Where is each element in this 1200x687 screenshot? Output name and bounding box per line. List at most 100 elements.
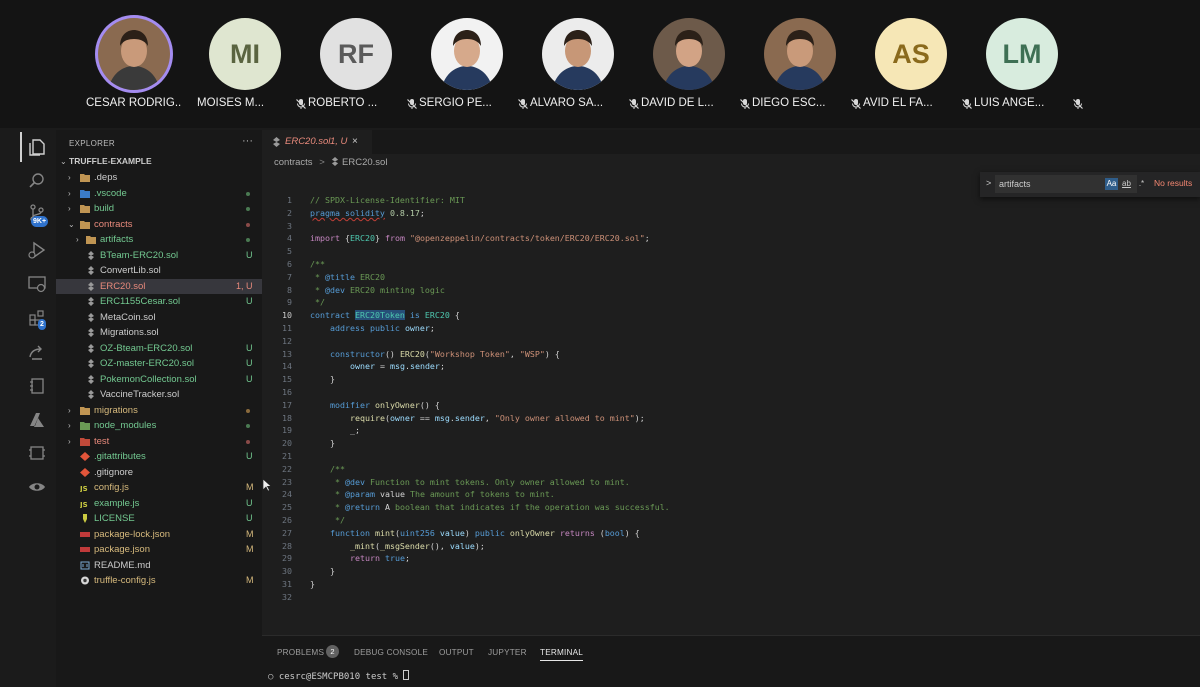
folder-item[interactable]: › .deps (56, 170, 262, 186)
participant-tile[interactable]: SERGIO PE... (419, 14, 531, 124)
remote-explorer-icon[interactable] (27, 274, 47, 294)
breadcrumb-folder[interactable]: contracts (274, 157, 313, 168)
sol-icon (88, 266, 94, 275)
file-item[interactable]: JS config.js M (56, 480, 262, 496)
participant-tile[interactable]: AS AVID EL FA... (863, 14, 975, 124)
tab-output[interactable]: OUTPUT (439, 648, 474, 657)
folder-item[interactable]: › artifacts (56, 232, 262, 248)
notebook-icon[interactable] (27, 376, 47, 396)
container-icon[interactable] (27, 443, 47, 463)
tree-item-label: Migrations.sol (100, 327, 159, 338)
file-item[interactable]: VaccineTracker.sol (56, 387, 262, 403)
regex-icon[interactable]: .* (1135, 178, 1148, 190)
tree-item-label: VaccineTracker.sol (100, 389, 180, 400)
file-item[interactable]: ERC20.sol 1, U (56, 278, 262, 294)
tree-item-label: .vscode (94, 187, 127, 199)
ethereum-icon[interactable] (27, 477, 47, 497)
close-icon[interactable]: × (352, 130, 358, 154)
workspace-root[interactable]: ⌄ TRUFFLE-EXAMPLE (56, 154, 262, 170)
files-icon[interactable] (27, 137, 47, 157)
terminal[interactable]: ○ cesrc@ESMCPB010 test % (268, 670, 410, 682)
line-number: 11 (282, 323, 292, 333)
avatar: MI (209, 18, 281, 90)
muted-mic-icon (740, 99, 750, 109)
line-number: 19 (282, 425, 292, 436)
file-item[interactable]: .gitignore (56, 465, 262, 481)
code-text: */ (329, 515, 345, 525)
file-item[interactable]: package-lock.json M (56, 527, 262, 543)
folder-item[interactable]: › migrations (56, 403, 262, 419)
muted-mic-icon (407, 99, 417, 109)
npm-icon (80, 547, 90, 552)
file-item[interactable]: .gitattributes U (56, 449, 262, 465)
code-text: constructor() ERC20("Workshop Token", "W… (329, 348, 560, 359)
file-item[interactable]: PokemonCollection.sol U (56, 372, 262, 388)
profile-photo (774, 30, 826, 90)
folder-item[interactable]: › test (56, 434, 262, 450)
tab-erc20-sol[interactable]: ERC20.sol 1, U × (262, 130, 372, 154)
folder-item[interactable]: ⌄ contracts (56, 217, 262, 233)
participant-tile[interactable]: ALVARO SA... (530, 14, 642, 124)
participant-name: CESAR RODRIG... (86, 97, 182, 109)
participant-tile[interactable]: DIEGO ESC... (752, 14, 864, 124)
tab-terminal[interactable]: TERMINAL (540, 648, 583, 661)
file-item[interactable]: BTeam-ERC20.sol U (56, 248, 262, 264)
file-item[interactable]: OZ-master-ERC20.sol U (56, 356, 262, 372)
git-status-dot (246, 238, 250, 242)
file-item[interactable]: truffle-config.js M (56, 573, 262, 589)
participant-tile[interactable]: RF ROBERTO ... (308, 14, 420, 124)
live-share-icon[interactable] (27, 342, 47, 362)
match-case-icon[interactable]: Aa (1105, 178, 1118, 190)
line-number: 7 (287, 271, 292, 282)
more-actions-icon[interactable]: ··· (242, 135, 253, 147)
tree-item-label: BTeam-ERC20.sol (100, 249, 179, 261)
git-status-dot (246, 424, 250, 428)
breadcrumb-file[interactable]: ERC20.sol (342, 157, 387, 168)
file-item[interactable]: ERC1155Cesar.sol U (56, 294, 262, 310)
explorer-panel: EXPLORER ··· ⌄ TRUFFLE-EXAMPLE › .deps › .v… (56, 130, 262, 687)
git-status-badge: U (246, 451, 253, 461)
git-status-badge: U (246, 358, 253, 368)
participant-tile[interactable]: DAVID DE L... (641, 14, 753, 124)
muted-mic-icon (962, 99, 972, 109)
line-number: 8 (287, 284, 292, 295)
run-debug-icon[interactable] (27, 240, 47, 260)
code-text: require(owner == msg.sender, "Only owner… (349, 412, 645, 423)
code-line: 22 /** (262, 463, 962, 476)
toggle-replace-icon[interactable]: > (986, 178, 991, 188)
tab-problems[interactable]: PROBLEMS (277, 648, 324, 657)
folder-item[interactable]: › node_modules (56, 418, 262, 434)
tree-item-label: contracts (94, 218, 133, 230)
folder-item[interactable]: › build (56, 201, 262, 217)
participant-tile[interactable]: MI MOISES M... (197, 14, 309, 124)
azure-icon[interactable] (27, 410, 47, 430)
file-item[interactable]: LICENSE U (56, 511, 262, 527)
code-text: /** (310, 259, 325, 269)
folder-vscode-icon (80, 189, 90, 198)
tab-jupyter[interactable]: JUPYTER (488, 648, 527, 657)
match-whole-word-icon[interactable]: ab (1120, 178, 1133, 190)
folder-item[interactable]: › .vscode (56, 186, 262, 202)
code-text: } (310, 438, 335, 449)
line-number: 4 (287, 233, 292, 244)
code-line: 20 } (262, 437, 962, 450)
file-item[interactable]: JS example.js U (56, 496, 262, 512)
file-item[interactable]: Migrations.sol (56, 325, 262, 341)
file-item[interactable]: README.md (56, 558, 262, 574)
line-number: 25 (282, 502, 292, 513)
participant-tile[interactable]: CESAR RODRIG... (86, 14, 198, 124)
participant-tile[interactable]: LM LUIS ANGE... (974, 14, 1086, 124)
avatar: AS (875, 18, 947, 90)
meeting-participants-strip: CESAR RODRIG... MI MOISES M... RF ROBERTO ..… (0, 0, 1200, 128)
breadcrumb-separator: > (319, 157, 325, 168)
search-icon[interactable] (27, 171, 47, 191)
file-item[interactable]: OZ-Bteam-ERC20.sol U (56, 341, 262, 357)
code-line: 8 * @dev ERC20 minting logic (262, 284, 962, 297)
tab-debug-console[interactable]: DEBUG CONSOLE (354, 648, 428, 657)
code-text: pragma solidity 0.8.17; (310, 207, 425, 218)
line-number: 12 (282, 335, 292, 346)
file-item[interactable]: package.json M (56, 542, 262, 558)
file-item[interactable]: MetaCoin.sol (56, 310, 262, 326)
chevron-down-icon: ⌄ (68, 219, 75, 229)
file-item[interactable]: ConvertLib.sol (56, 263, 262, 279)
